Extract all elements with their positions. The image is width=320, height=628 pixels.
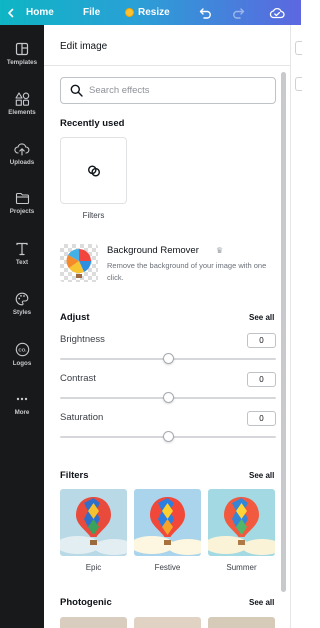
filter-label-epic: Epic [85, 563, 102, 572]
elements-icon [14, 92, 29, 106]
adjust-heading: Adjust [60, 312, 90, 323]
filters-icon [87, 165, 100, 176]
templates-icon [15, 42, 29, 56]
filters-heading: Filters [60, 470, 89, 481]
photogenic-see-all-link[interactable]: See all [249, 598, 274, 607]
filter-thumbnail-summer[interactable] [208, 489, 275, 556]
filters-see-all-link[interactable]: See all [249, 471, 274, 480]
recently-used-heading: Recently used [60, 118, 125, 129]
svg-text:CO.: CO. [18, 347, 26, 352]
contrast-slider-handle[interactable] [162, 392, 174, 403]
divider [44, 65, 290, 66]
sidebar-item-projects[interactable]: Projects [0, 192, 44, 236]
background-remover-thumbnail[interactable] [60, 244, 98, 282]
photogenic-thumbnail[interactable] [60, 617, 127, 628]
panel-scrollbar[interactable] [281, 72, 286, 592]
recent-filters-label: Filters [82, 211, 105, 220]
canvas-page-edge [295, 77, 302, 91]
sidebar-item-label: Logos [12, 360, 32, 367]
canvas-edge [290, 25, 302, 628]
resize-button[interactable]: Resize [125, 0, 170, 25]
filter-label-summer: Summer [226, 563, 257, 572]
sidebar-item-label: More [14, 409, 30, 416]
canvas-page-edge [295, 41, 302, 55]
home-button[interactable]: Home [26, 0, 54, 25]
saturation-label: Saturation [60, 412, 104, 423]
contrast-value-input[interactable]: 0 [247, 372, 276, 387]
sidebar-item-label: Elements [8, 109, 36, 116]
contrast-label: Contrast [60, 373, 96, 384]
top-bar: Home File Resize [0, 0, 301, 25]
filter-thumbnail-epic[interactable] [60, 489, 127, 556]
saturation-slider-handle[interactable] [162, 431, 174, 442]
photogenic-thumbnail[interactable] [134, 617, 201, 628]
more-icon [16, 397, 28, 401]
left-sidebar: Templates Elements Uploads Projects Text… [0, 25, 44, 628]
sidebar-item-styles[interactable]: Styles [0, 292, 44, 336]
cloud-saved-icon[interactable] [269, 0, 285, 25]
text-icon [16, 242, 28, 256]
search-input[interactable] [89, 85, 259, 96]
brightness-label: Brightness [60, 334, 105, 345]
filter-label-festive: Festive [154, 563, 181, 572]
logo-icon: CO. [15, 342, 29, 357]
panel-title: Edit image [60, 41, 108, 52]
sidebar-item-label: Projects [9, 208, 35, 215]
premium-crown-icon [125, 8, 134, 17]
sidebar-item-label: Text [15, 259, 29, 266]
sidebar-item-uploads[interactable]: Uploads [0, 142, 44, 186]
sidebar-item-elements[interactable]: Elements [0, 92, 44, 136]
filter-thumbnail-festive[interactable] [134, 489, 201, 556]
redo-icon[interactable] [231, 0, 245, 25]
sidebar-item-label: Uploads [9, 159, 35, 166]
sidebar-item-text[interactable]: Text [0, 242, 44, 286]
sidebar-item-more[interactable]: More [0, 392, 44, 436]
file-menu-button[interactable]: File [83, 0, 100, 25]
photogenic-heading: Photogenic [60, 597, 112, 608]
saturation-value-input[interactable]: 0 [247, 411, 276, 426]
background-remover-description: Remove the background of your image with… [107, 261, 267, 282]
background-remover-title[interactable]: Background Remover [107, 245, 199, 256]
search-effects-field[interactable] [60, 77, 276, 104]
back-chevron-icon[interactable] [6, 0, 16, 25]
palette-icon [15, 292, 29, 306]
sidebar-item-label: Templates [6, 59, 38, 66]
sidebar-item-logos[interactable]: CO. Logos [0, 342, 44, 386]
brightness-value-input[interactable]: 0 [247, 333, 276, 348]
search-icon [70, 84, 83, 97]
sidebar-item-label: Styles [12, 309, 32, 316]
adjust-see-all-link[interactable]: See all [249, 313, 274, 322]
photogenic-thumbnail[interactable] [208, 617, 275, 628]
recent-filters-tile[interactable] [60, 137, 127, 204]
folder-icon [15, 192, 29, 205]
undo-icon[interactable] [199, 0, 213, 25]
premium-crown-icon: ♛ [216, 246, 224, 255]
resize-label: Resize [138, 7, 170, 18]
uploads-icon [14, 143, 30, 156]
edit-image-panel: Edit image Recently used Filters Backgro… [44, 25, 290, 628]
brightness-slider-handle[interactable] [162, 353, 174, 364]
sidebar-item-templates[interactable]: Templates [0, 42, 44, 86]
